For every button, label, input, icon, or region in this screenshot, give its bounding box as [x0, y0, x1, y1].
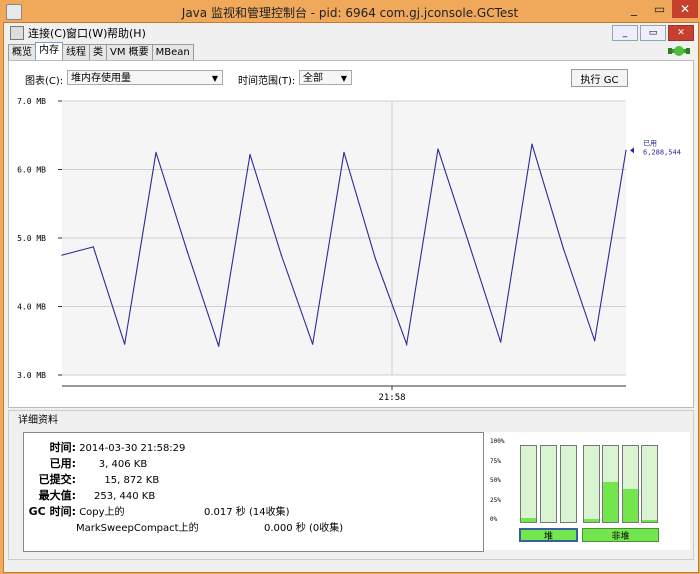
pool-axis-label: 50%: [490, 477, 501, 484]
pool-axis-label: 75%: [490, 458, 501, 465]
gc-marksweep-value: 0.000 秒 (0收集): [264, 523, 344, 534]
data-point: [406, 343, 408, 345]
data-point: [249, 153, 251, 156]
time-value: 2014-03-30 21:58:29: [79, 443, 186, 454]
data-point: [562, 247, 564, 249]
heap-usage-chart: 7.0 MB 6.0 MB 5.0 MB 4.0 MB 3.0 MB 21:58 已用6,2…: [17, 97, 681, 403]
used-label: 已用:: [49, 457, 76, 470]
data-point: [186, 251, 188, 253]
data-point: [437, 148, 439, 150]
data-point: [312, 343, 314, 345]
max-value: 253, 440 KB: [94, 491, 156, 502]
legend-marker: [630, 147, 634, 154]
pool-fill: [603, 482, 618, 522]
y-tick-label: 4.0 MB: [17, 303, 46, 312]
data-point: [594, 340, 596, 342]
used-value: 3, 406 KB: [98, 459, 148, 470]
data-point: [531, 143, 533, 145]
data-point: [280, 254, 282, 256]
nonheap-pool-bar[interactable]: [622, 445, 639, 523]
heap-group-button[interactable]: 堆: [519, 528, 578, 542]
data-point: [343, 151, 345, 153]
committed-label: 已提交:: [38, 473, 76, 486]
pool-fill: [584, 518, 599, 522]
data-point: [155, 151, 157, 153]
data-point: [61, 254, 63, 256]
gc-copy-name: Copy上的: [79, 507, 125, 518]
pool-axis-label: 0%: [490, 516, 498, 523]
pool-axis-label: 100%: [490, 438, 505, 445]
data-point: [374, 257, 376, 260]
data-point: [218, 345, 220, 347]
nonheap-pool-bar[interactable]: [583, 445, 600, 523]
data-point: [500, 341, 502, 343]
data-point: [124, 343, 126, 345]
committed-value: 15, 872 KB: [104, 475, 160, 486]
details-title: 详细资料: [16, 411, 60, 426]
gc-copy-value: 0.017 秒 (14收集): [204, 507, 290, 518]
heap-pool-bar[interactable]: [560, 445, 577, 523]
pool-fill: [642, 519, 657, 522]
data-point: [468, 244, 470, 246]
details-info-box: 时间: 2014-03-30 21:58:29 已用: 3, 406 KB 已提…: [23, 432, 484, 552]
x-tick-label: 21:58: [378, 393, 405, 403]
y-tick-label: 7.0 MB: [17, 97, 46, 106]
y-tick-label: 6.0 MB: [17, 166, 46, 175]
heap-pool-bar[interactable]: [520, 445, 537, 523]
gc-time-label: GC 时间:: [28, 505, 76, 518]
nonheap-group-button[interactable]: 非堆: [582, 528, 659, 542]
time-label: 时间:: [49, 441, 76, 454]
pool-fill: [521, 518, 536, 522]
y-tick-label: 3.0 MB: [17, 371, 46, 380]
gc-marksweep-name: MarkSweepCompact上的: [76, 523, 199, 534]
legend-series-name: 已用: [643, 139, 657, 147]
legend-value: 6,288,544: [643, 148, 681, 156]
pool-axis-label: 25%: [490, 497, 501, 504]
nonheap-pool-bar[interactable]: [641, 445, 658, 523]
y-tick-label: 5.0 MB: [17, 234, 46, 243]
max-label: 最大值:: [38, 489, 76, 502]
heap-pool-bar[interactable]: [540, 445, 557, 523]
pool-fill: [623, 489, 638, 522]
data-point: [625, 149, 627, 151]
nonheap-pool-bar[interactable]: [602, 445, 619, 523]
data-point: [92, 246, 94, 248]
